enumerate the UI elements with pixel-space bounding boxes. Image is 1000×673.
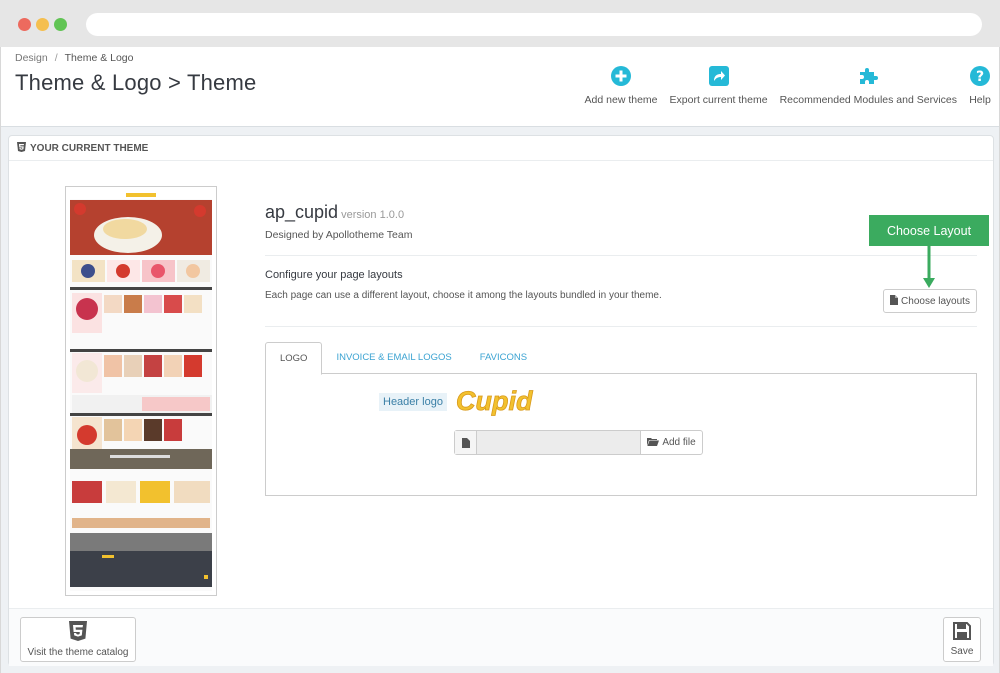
choose-layouts-button[interactable]: Choose layouts — [883, 289, 977, 313]
save-label: Save — [950, 646, 974, 657]
recommended-modules-label: Recommended Modules and Services — [779, 94, 957, 106]
theme-preview-thumbnail — [65, 186, 217, 596]
maximize-window-dot[interactable] — [54, 18, 67, 31]
logo-file-upload: Add file — [454, 430, 703, 455]
export-theme-label: Export current theme — [669, 94, 768, 106]
tab-favicons[interactable]: FAVICONS — [466, 342, 541, 374]
visit-theme-catalog-button[interactable]: Visit the theme catalog — [20, 617, 136, 662]
toolbar: Add new theme Export current theme Recom… — [573, 65, 991, 106]
panel-footer: Visit the theme catalog Save — [9, 608, 993, 666]
breadcrumb-separator: / — [54, 52, 58, 64]
shop-logo: Cupid — [456, 386, 534, 416]
panel-heading: YOUR CURRENT THEME — [9, 136, 993, 161]
help-button[interactable]: ? Help — [969, 65, 991, 106]
choose-layouts-label: Choose layouts — [901, 295, 970, 307]
tab-invoice-email-logos[interactable]: INVOICE & EMAIL LOGOS — [322, 342, 465, 374]
theme-designer: Designed by Apollotheme Team — [265, 229, 413, 241]
configure-layouts-description: Each page can use a different layout, ch… — [265, 290, 662, 301]
header-logo-label: Header logo — [379, 393, 447, 411]
page-header: Design / Theme & Logo Theme & Logo > Theme… — [1, 47, 999, 127]
configure-layouts-title: Configure your page layouts — [265, 269, 403, 281]
visit-theme-catalog-label: Visit the theme catalog — [27, 647, 129, 658]
svg-text:?: ? — [976, 69, 984, 85]
plus-circle-icon — [610, 65, 632, 87]
add-file-label: Add file — [662, 437, 696, 448]
share-icon — [708, 65, 730, 87]
panel-heading-label: YOUR CURRENT THEME — [30, 142, 149, 154]
question-circle-icon: ? — [969, 65, 991, 87]
address-bar[interactable] — [86, 13, 982, 36]
folder-open-icon — [647, 437, 660, 449]
file-icon — [890, 294, 899, 308]
page-viewport: Design / Theme & Logo Theme & Logo > Theme… — [0, 47, 1000, 673]
breadcrumb: Design / Theme & Logo — [15, 52, 134, 64]
logo-tab-content: Header logo Cupid Add file — [265, 373, 977, 496]
help-label: Help — [969, 94, 991, 106]
minimize-window-dot[interactable] — [36, 18, 49, 31]
choose-layout-callout: Choose Layout — [869, 215, 989, 246]
recommended-modules-button[interactable]: Recommended Modules and Services — [780, 65, 957, 106]
page-title: Theme & Logo > Theme — [15, 70, 257, 95]
theme-name-text: ap_cupid — [265, 202, 339, 222]
html5-icon — [69, 621, 87, 644]
divider — [265, 326, 977, 327]
theme-name: ap_cupid version 1.0.0 — [265, 202, 404, 223]
save-icon — [953, 622, 971, 643]
callout-arrow-icon — [923, 246, 935, 288]
breadcrumb-current: Theme & Logo — [64, 52, 134, 64]
logo-file-input[interactable] — [477, 431, 640, 454]
breadcrumb-parent[interactable]: Design — [15, 52, 48, 64]
logo-tabs: LOGO INVOICE & EMAIL LOGOS FAVICONS — [265, 342, 977, 375]
save-button[interactable]: Save — [943, 617, 981, 662]
divider — [265, 255, 977, 256]
browser-chrome — [0, 0, 1000, 47]
theme-version: version 1.0.0 — [341, 209, 405, 221]
close-window-dot[interactable] — [18, 18, 31, 31]
current-theme-panel: YOUR CURRENT THEME ap_cupid version 1.0.… — [8, 135, 994, 666]
add-new-theme-button[interactable]: Add new theme — [585, 65, 658, 106]
puzzle-icon — [857, 65, 879, 87]
add-new-theme-label: Add new theme — [584, 94, 658, 106]
svg-text:Cupid: Cupid — [456, 386, 533, 416]
export-theme-button[interactable]: Export current theme — [670, 65, 768, 106]
tab-logo[interactable]: LOGO — [265, 342, 323, 375]
html5-icon — [17, 141, 26, 155]
add-file-button[interactable]: Add file — [640, 431, 702, 454]
file-icon — [455, 431, 477, 454]
